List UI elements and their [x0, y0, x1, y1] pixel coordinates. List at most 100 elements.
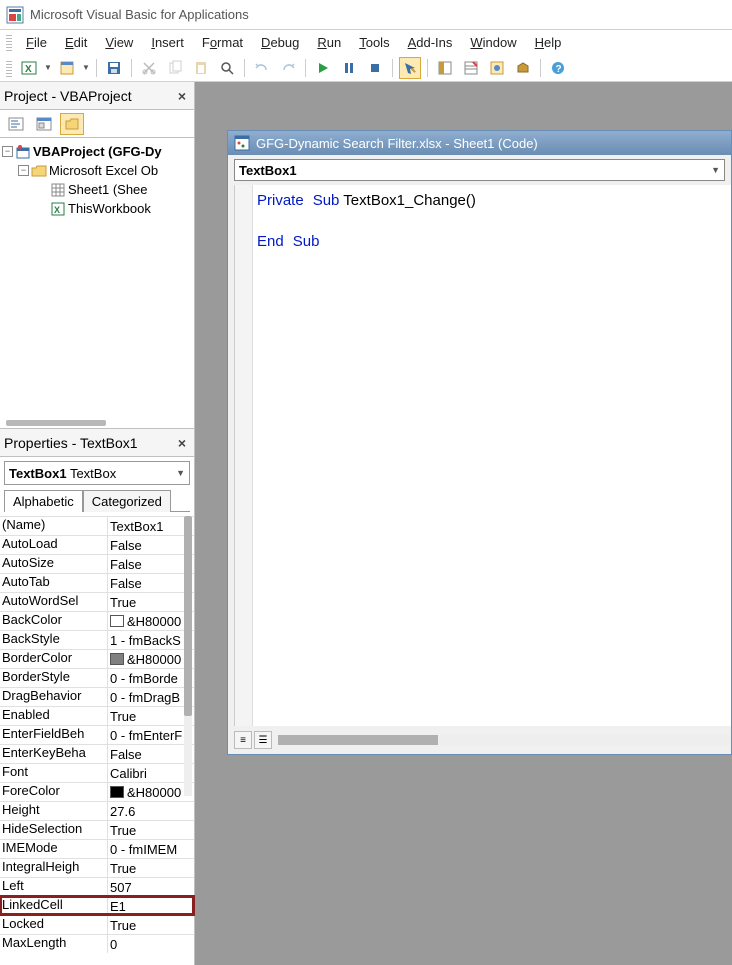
- property-row[interactable]: BackStyle1 - fmBackS: [0, 630, 194, 649]
- horizontal-scrollbar[interactable]: [278, 735, 731, 745]
- property-value[interactable]: &H80000: [108, 650, 194, 668]
- toggle-folders-button[interactable]: [60, 113, 84, 135]
- property-row[interactable]: BackColor&H80000: [0, 611, 194, 630]
- close-button[interactable]: ×: [174, 88, 190, 104]
- property-value[interactable]: E1: [108, 897, 194, 915]
- code-margin[interactable]: [235, 185, 253, 726]
- property-row[interactable]: Left507: [0, 877, 194, 896]
- properties-grid[interactable]: (Name)TextBox1AutoLoadFalseAutoSizeFalse…: [0, 516, 194, 953]
- view-object-button[interactable]: [32, 113, 56, 135]
- object-selector[interactable]: TextBox1 TextBox ▼: [4, 461, 190, 485]
- property-value[interactable]: TextBox1: [108, 517, 194, 535]
- code-object-dropdown[interactable]: TextBox1 ▼: [234, 159, 725, 181]
- property-row[interactable]: Height27.6: [0, 801, 194, 820]
- code-text[interactable]: Private Sub TextBox1_Change() End Sub: [257, 191, 476, 253]
- collapse-icon[interactable]: −: [18, 165, 29, 176]
- help-button[interactable]: ?: [547, 57, 569, 79]
- menu-tools[interactable]: Tools: [351, 33, 397, 52]
- property-row[interactable]: LockedTrue: [0, 915, 194, 934]
- property-value[interactable]: &H80000: [108, 612, 194, 630]
- property-row[interactable]: AutoLoadFalse: [0, 535, 194, 554]
- property-value[interactable]: True: [108, 707, 194, 725]
- project-tree[interactable]: − VBAProject (GFG-Dy − Microsoft Excel O…: [0, 138, 194, 222]
- tree-project-root[interactable]: − VBAProject (GFG-Dy: [2, 142, 192, 161]
- menu-window[interactable]: Window: [462, 33, 524, 52]
- insert-userform-button[interactable]: [56, 57, 78, 79]
- dropdown-arrow-icon[interactable]: ▼: [82, 63, 90, 72]
- property-row[interactable]: AutoTabFalse: [0, 573, 194, 592]
- property-row[interactable]: IMEMode0 - fmIMEM: [0, 839, 194, 858]
- collapse-icon[interactable]: −: [2, 146, 13, 157]
- property-row[interactable]: DragBehavior0 - fmDragB: [0, 687, 194, 706]
- property-row[interactable]: FontCalibri: [0, 763, 194, 782]
- property-value[interactable]: 0 - fmEnterF: [108, 726, 194, 744]
- code-editor[interactable]: Private Sub TextBox1_Change() End Sub: [234, 185, 731, 726]
- menu-view[interactable]: View: [97, 33, 141, 52]
- property-row[interactable]: HideSelectionTrue: [0, 820, 194, 839]
- property-row[interactable]: EnterFieldBeh0 - fmEnterF: [0, 725, 194, 744]
- properties-window-button[interactable]: [460, 57, 482, 79]
- property-value[interactable]: True: [108, 916, 194, 934]
- tree-excel-objects[interactable]: − Microsoft Excel Ob: [2, 161, 192, 180]
- design-mode-button[interactable]: [399, 57, 421, 79]
- tree-thisworkbook[interactable]: X ThisWorkbook: [2, 199, 192, 218]
- property-row[interactable]: BorderStyle0 - fmBorde: [0, 668, 194, 687]
- property-row[interactable]: IntegralHeighTrue: [0, 858, 194, 877]
- property-value[interactable]: 0 - fmDragB: [108, 688, 194, 706]
- menu-insert[interactable]: Insert: [143, 33, 192, 52]
- property-value[interactable]: 0: [108, 935, 194, 953]
- menu-edit[interactable]: Edit: [57, 33, 95, 52]
- property-row[interactable]: AutoSizeFalse: [0, 554, 194, 573]
- property-value[interactable]: False: [108, 555, 194, 573]
- property-value[interactable]: True: [108, 859, 194, 877]
- property-value[interactable]: &H80000: [108, 783, 194, 801]
- property-row[interactable]: ForeColor&H80000: [0, 782, 194, 801]
- property-row[interactable]: MaxLength0: [0, 934, 194, 953]
- property-row[interactable]: AutoWordSelTrue: [0, 592, 194, 611]
- dropdown-arrow-icon[interactable]: ▼: [44, 63, 52, 72]
- property-value[interactable]: False: [108, 745, 194, 763]
- property-value[interactable]: False: [108, 574, 194, 592]
- tree-sheet1[interactable]: Sheet1 (Shee: [2, 180, 192, 199]
- vertical-scrollbar[interactable]: [184, 516, 192, 796]
- menu-addins[interactable]: Add-Ins: [400, 33, 461, 52]
- find-button[interactable]: [216, 57, 238, 79]
- menu-grip[interactable]: [6, 33, 12, 51]
- procedure-view-button[interactable]: ≡: [234, 731, 252, 749]
- undo-button[interactable]: [251, 57, 273, 79]
- object-browser-button[interactable]: [486, 57, 508, 79]
- property-row[interactable]: LinkedCellE1: [0, 896, 194, 915]
- break-button[interactable]: [338, 57, 360, 79]
- close-button[interactable]: ×: [174, 435, 190, 451]
- full-module-view-button[interactable]: ☰: [254, 731, 272, 749]
- reset-button[interactable]: [364, 57, 386, 79]
- tab-alphabetic[interactable]: Alphabetic: [4, 490, 83, 512]
- redo-button[interactable]: [277, 57, 299, 79]
- horizontal-scrollbar[interactable]: [6, 420, 106, 426]
- property-value[interactable]: True: [108, 593, 194, 611]
- run-button[interactable]: [312, 57, 334, 79]
- view-excel-button[interactable]: X: [18, 57, 40, 79]
- menu-debug[interactable]: Debug: [253, 33, 307, 52]
- menu-run[interactable]: Run: [309, 33, 349, 52]
- property-row[interactable]: BorderColor&H80000: [0, 649, 194, 668]
- property-row[interactable]: (Name)TextBox1: [0, 516, 194, 535]
- property-value[interactable]: Calibri: [108, 764, 194, 782]
- property-value[interactable]: 507: [108, 878, 194, 896]
- property-value[interactable]: 0 - fmIMEM: [108, 840, 194, 858]
- property-row[interactable]: EnterKeyBehaFalse: [0, 744, 194, 763]
- view-code-button[interactable]: [4, 113, 28, 135]
- menu-format[interactable]: Format: [194, 33, 251, 52]
- code-window-title-bar[interactable]: GFG-Dynamic Search Filter.xlsx - Sheet1 …: [228, 131, 731, 155]
- menu-file[interactable]: File: [18, 33, 55, 52]
- tab-categorized[interactable]: Categorized: [83, 490, 171, 512]
- save-button[interactable]: [103, 57, 125, 79]
- property-value[interactable]: True: [108, 821, 194, 839]
- property-value[interactable]: 27.6: [108, 802, 194, 820]
- copy-button[interactable]: [164, 57, 186, 79]
- property-row[interactable]: EnabledTrue: [0, 706, 194, 725]
- cut-button[interactable]: [138, 57, 160, 79]
- property-value[interactable]: 0 - fmBorde: [108, 669, 194, 687]
- toolbar-grip[interactable]: [6, 59, 12, 77]
- paste-button[interactable]: [190, 57, 212, 79]
